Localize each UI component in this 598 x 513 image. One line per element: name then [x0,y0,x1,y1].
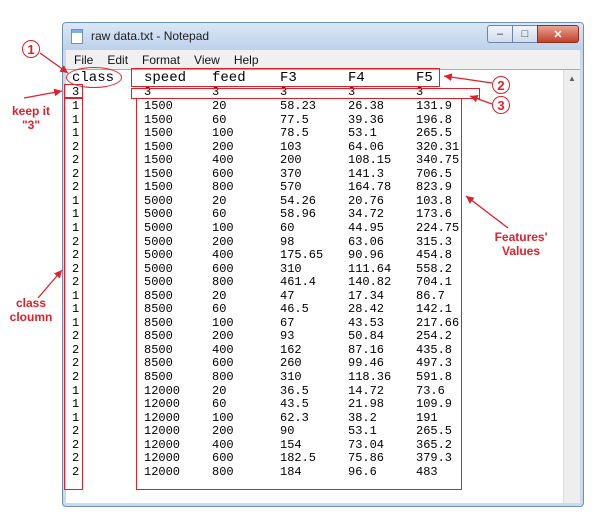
arrow-keep [23,88,63,99]
menu-edit[interactable]: Edit [99,53,134,67]
minimize-button[interactable]: – [487,25,513,43]
class-column-box [64,98,83,490]
vertical-scrollbar[interactable]: ▲ [563,70,580,503]
menu-file[interactable]: File [66,53,99,67]
feature-names-box [131,68,440,87]
close-button[interactable]: ✕ [537,25,579,43]
title-bar[interactable]: raw data.txt - Notepad – □ ✕ [63,23,583,50]
menu-format[interactable]: Format [134,53,186,67]
annotation-badge-3: 3 [492,96,510,114]
menu-view[interactable]: View [186,53,226,67]
menu-bar: File Edit Format View Help [66,50,580,69]
annotation-badge-2: 2 [492,76,510,94]
features-values-note: Features' Values [494,230,548,258]
maximize-button[interactable]: □ [512,25,538,43]
features-values-box [136,98,462,490]
keep-it-3-note: keep it "3" [11,104,50,132]
scroll-up-arrow-icon[interactable]: ▲ [564,70,580,86]
class-type-box [64,84,83,98]
annotation-badge-1: 1 [22,40,40,58]
window-controls: – □ ✕ [487,25,579,43]
arrow-class-col [37,269,63,299]
notepad-app-icon [71,29,83,44]
window-title: raw data.txt - Notepad [91,29,210,43]
class-column-note: class cloumn [9,296,53,324]
menu-help[interactable]: Help [226,53,265,67]
